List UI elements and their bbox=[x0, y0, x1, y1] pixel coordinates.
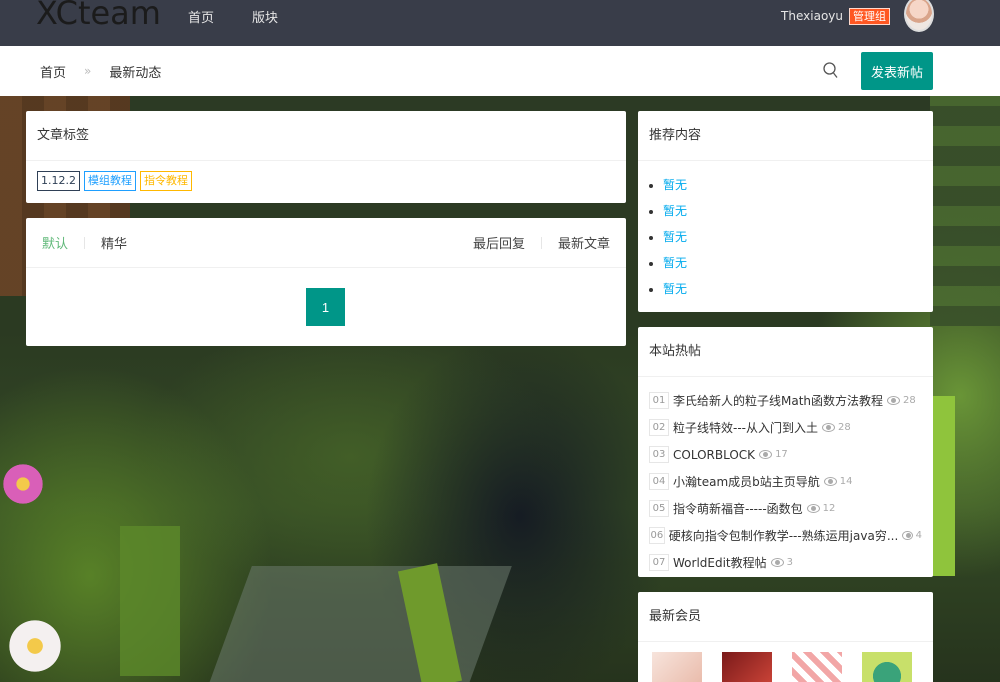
hot-post-item[interactable]: 06 硬核向指令包制作教学---熟练运用java穷... 4 bbox=[649, 522, 922, 549]
hot-posts-title: 本站热帖 bbox=[638, 327, 933, 377]
background-flower bbox=[5, 616, 65, 676]
hot-posts-panel: 本站热帖 01 李氏给新人的粒子线Math函数方法教程 28 02 粒子线特效-… bbox=[638, 327, 933, 577]
hot-post-views: 12 bbox=[822, 503, 836, 514]
member-avatars bbox=[638, 642, 933, 682]
eye-icon bbox=[822, 423, 835, 432]
recommend-link[interactable]: 暂无 bbox=[663, 256, 687, 270]
eye-icon bbox=[759, 450, 773, 459]
list-item: 暂无 bbox=[663, 225, 933, 251]
new-members-title: 最新会员 bbox=[638, 592, 933, 642]
background-leaf bbox=[930, 396, 955, 576]
tab-default[interactable]: 默认 bbox=[42, 233, 68, 252]
background-vines bbox=[930, 96, 1000, 326]
member-avatar[interactable] bbox=[792, 652, 842, 682]
recommend-list: 暂无 暂无 暂无 暂无 暂无 bbox=[638, 161, 933, 303]
hot-post-title[interactable]: 粒子线特效---从入门到入土 bbox=[673, 419, 818, 436]
hot-post-title[interactable]: 李氏给新人的粒子线Math函数方法教程 bbox=[673, 392, 883, 409]
nav-home[interactable]: 首页 bbox=[188, 7, 214, 26]
eye-icon bbox=[770, 558, 784, 567]
hot-post-item[interactable]: 07 WorldEdit教程帖 3 bbox=[649, 549, 922, 576]
eye-icon bbox=[823, 477, 837, 486]
hot-post-item[interactable]: 02 粒子线特效---从入门到入土 28 bbox=[649, 414, 922, 441]
tag-item[interactable]: 模组教程 bbox=[84, 171, 136, 191]
hot-post-item[interactable]: 03 COLORBLOCK 17 bbox=[649, 441, 922, 468]
hot-post-title[interactable]: 指令萌新福音-----函数包 bbox=[673, 500, 803, 517]
list-item: 暂无 bbox=[663, 277, 933, 303]
top-navbar: XCteam 首页 版块 Thexiaoyu 管理组 bbox=[0, 0, 1000, 46]
eye-icon bbox=[806, 504, 820, 513]
hot-post-rank: 04 bbox=[649, 473, 669, 490]
new-post-button[interactable]: 发表新帖 bbox=[861, 52, 933, 90]
background-flower bbox=[0, 461, 46, 507]
breadcrumb-home[interactable]: 首页 bbox=[40, 62, 66, 81]
hot-post-rank: 03 bbox=[649, 446, 669, 463]
sort-last-reply[interactable]: 最后回复 bbox=[473, 233, 525, 252]
hot-post-title[interactable]: WorldEdit教程帖 bbox=[673, 554, 767, 571]
user-box: Thexiaoyu 管理组 bbox=[781, 0, 890, 32]
member-avatar[interactable] bbox=[862, 652, 912, 682]
pagination-page-1[interactable]: 1 bbox=[306, 288, 345, 326]
hot-post-item[interactable]: 05 指令萌新福音-----函数包 12 bbox=[649, 495, 922, 522]
member-avatar[interactable] bbox=[652, 652, 702, 682]
username[interactable]: Thexiaoyu bbox=[781, 9, 843, 23]
hot-post-views: 28 bbox=[838, 422, 851, 433]
eye-icon bbox=[902, 531, 913, 540]
tags-panel: 文章标签 1.12.2 模组教程 指令教程 bbox=[26, 111, 626, 203]
site-logo[interactable]: XCteam bbox=[36, 0, 161, 32]
user-avatar[interactable] bbox=[904, 0, 934, 32]
sort-options: 最后回复 最新文章 bbox=[473, 233, 610, 252]
hot-post-views: 14 bbox=[839, 476, 853, 487]
hot-post-item[interactable]: 04 小瀚team成员b站主页导航 14 bbox=[649, 468, 922, 495]
list-item: 暂无 bbox=[663, 173, 933, 199]
nav-boards[interactable]: 版块 bbox=[252, 7, 278, 26]
list-item: 暂无 bbox=[663, 199, 933, 225]
hot-post-views: 17 bbox=[775, 449, 788, 460]
tag-list: 1.12.2 模组教程 指令教程 bbox=[26, 161, 626, 201]
new-members-panel: 最新会员 bbox=[638, 592, 933, 682]
hot-post-rank: 02 bbox=[649, 419, 669, 436]
recommend-panel: 推荐内容 暂无 暂无 暂无 暂无 暂无 bbox=[638, 111, 933, 312]
hot-post-rank: 06 bbox=[649, 527, 665, 544]
eye-icon bbox=[887, 396, 901, 405]
hot-post-views: 3 bbox=[786, 557, 794, 568]
top-nav: 首页 版块 bbox=[188, 0, 316, 32]
hot-post-views: 4 bbox=[915, 530, 922, 541]
tags-panel-title: 文章标签 bbox=[26, 111, 626, 161]
hot-post-item[interactable]: 01 李氏给新人的粒子线Math函数方法教程 28 bbox=[649, 387, 922, 414]
hot-list: 01 李氏给新人的粒子线Math函数方法教程 28 02 粒子线特效---从入门… bbox=[638, 377, 933, 576]
tag-item[interactable]: 指令教程 bbox=[140, 171, 192, 191]
tag-item[interactable]: 1.12.2 bbox=[37, 171, 80, 191]
hot-post-title[interactable]: 硬核向指令包制作教学---熟练运用java穷... bbox=[669, 527, 899, 544]
search-icon[interactable] bbox=[822, 61, 840, 81]
tab-featured[interactable]: 精华 bbox=[101, 233, 127, 252]
hot-post-rank: 07 bbox=[649, 554, 669, 571]
hot-post-title[interactable]: 小瀚team成员b站主页导航 bbox=[673, 473, 820, 490]
background-path bbox=[208, 566, 512, 682]
post-list-tabs: 默认 精华 最后回复 最新文章 bbox=[26, 218, 626, 268]
hot-post-views: 28 bbox=[903, 395, 916, 406]
recommend-title: 推荐内容 bbox=[638, 111, 933, 161]
sort-newest[interactable]: 最新文章 bbox=[558, 233, 610, 252]
post-list-panel: 默认 精华 最后回复 最新文章 1 bbox=[26, 218, 626, 346]
role-badge: 管理组 bbox=[849, 7, 890, 25]
recommend-link[interactable]: 暂无 bbox=[663, 230, 687, 244]
hot-post-rank: 05 bbox=[649, 500, 669, 517]
tab-divider bbox=[84, 236, 86, 249]
hot-post-rank: 01 bbox=[649, 392, 669, 409]
recommend-link[interactable]: 暂无 bbox=[663, 204, 687, 218]
hot-post-title[interactable]: COLORBLOCK bbox=[673, 448, 755, 462]
list-item: 暂无 bbox=[663, 251, 933, 277]
sort-divider bbox=[540, 236, 542, 249]
recommend-link[interactable]: 暂无 bbox=[663, 178, 687, 192]
member-avatar[interactable] bbox=[722, 652, 772, 682]
breadcrumb-current: 最新动态 bbox=[109, 65, 162, 81]
breadcrumb: 首页 » 最新动态 bbox=[40, 46, 161, 96]
recommend-link[interactable]: 暂无 bbox=[663, 282, 687, 296]
background-leaf bbox=[120, 526, 180, 676]
breadcrumb-separator: » bbox=[84, 64, 92, 78]
sub-navbar: 首页 » 最新动态 发表新帖 bbox=[0, 46, 1000, 96]
